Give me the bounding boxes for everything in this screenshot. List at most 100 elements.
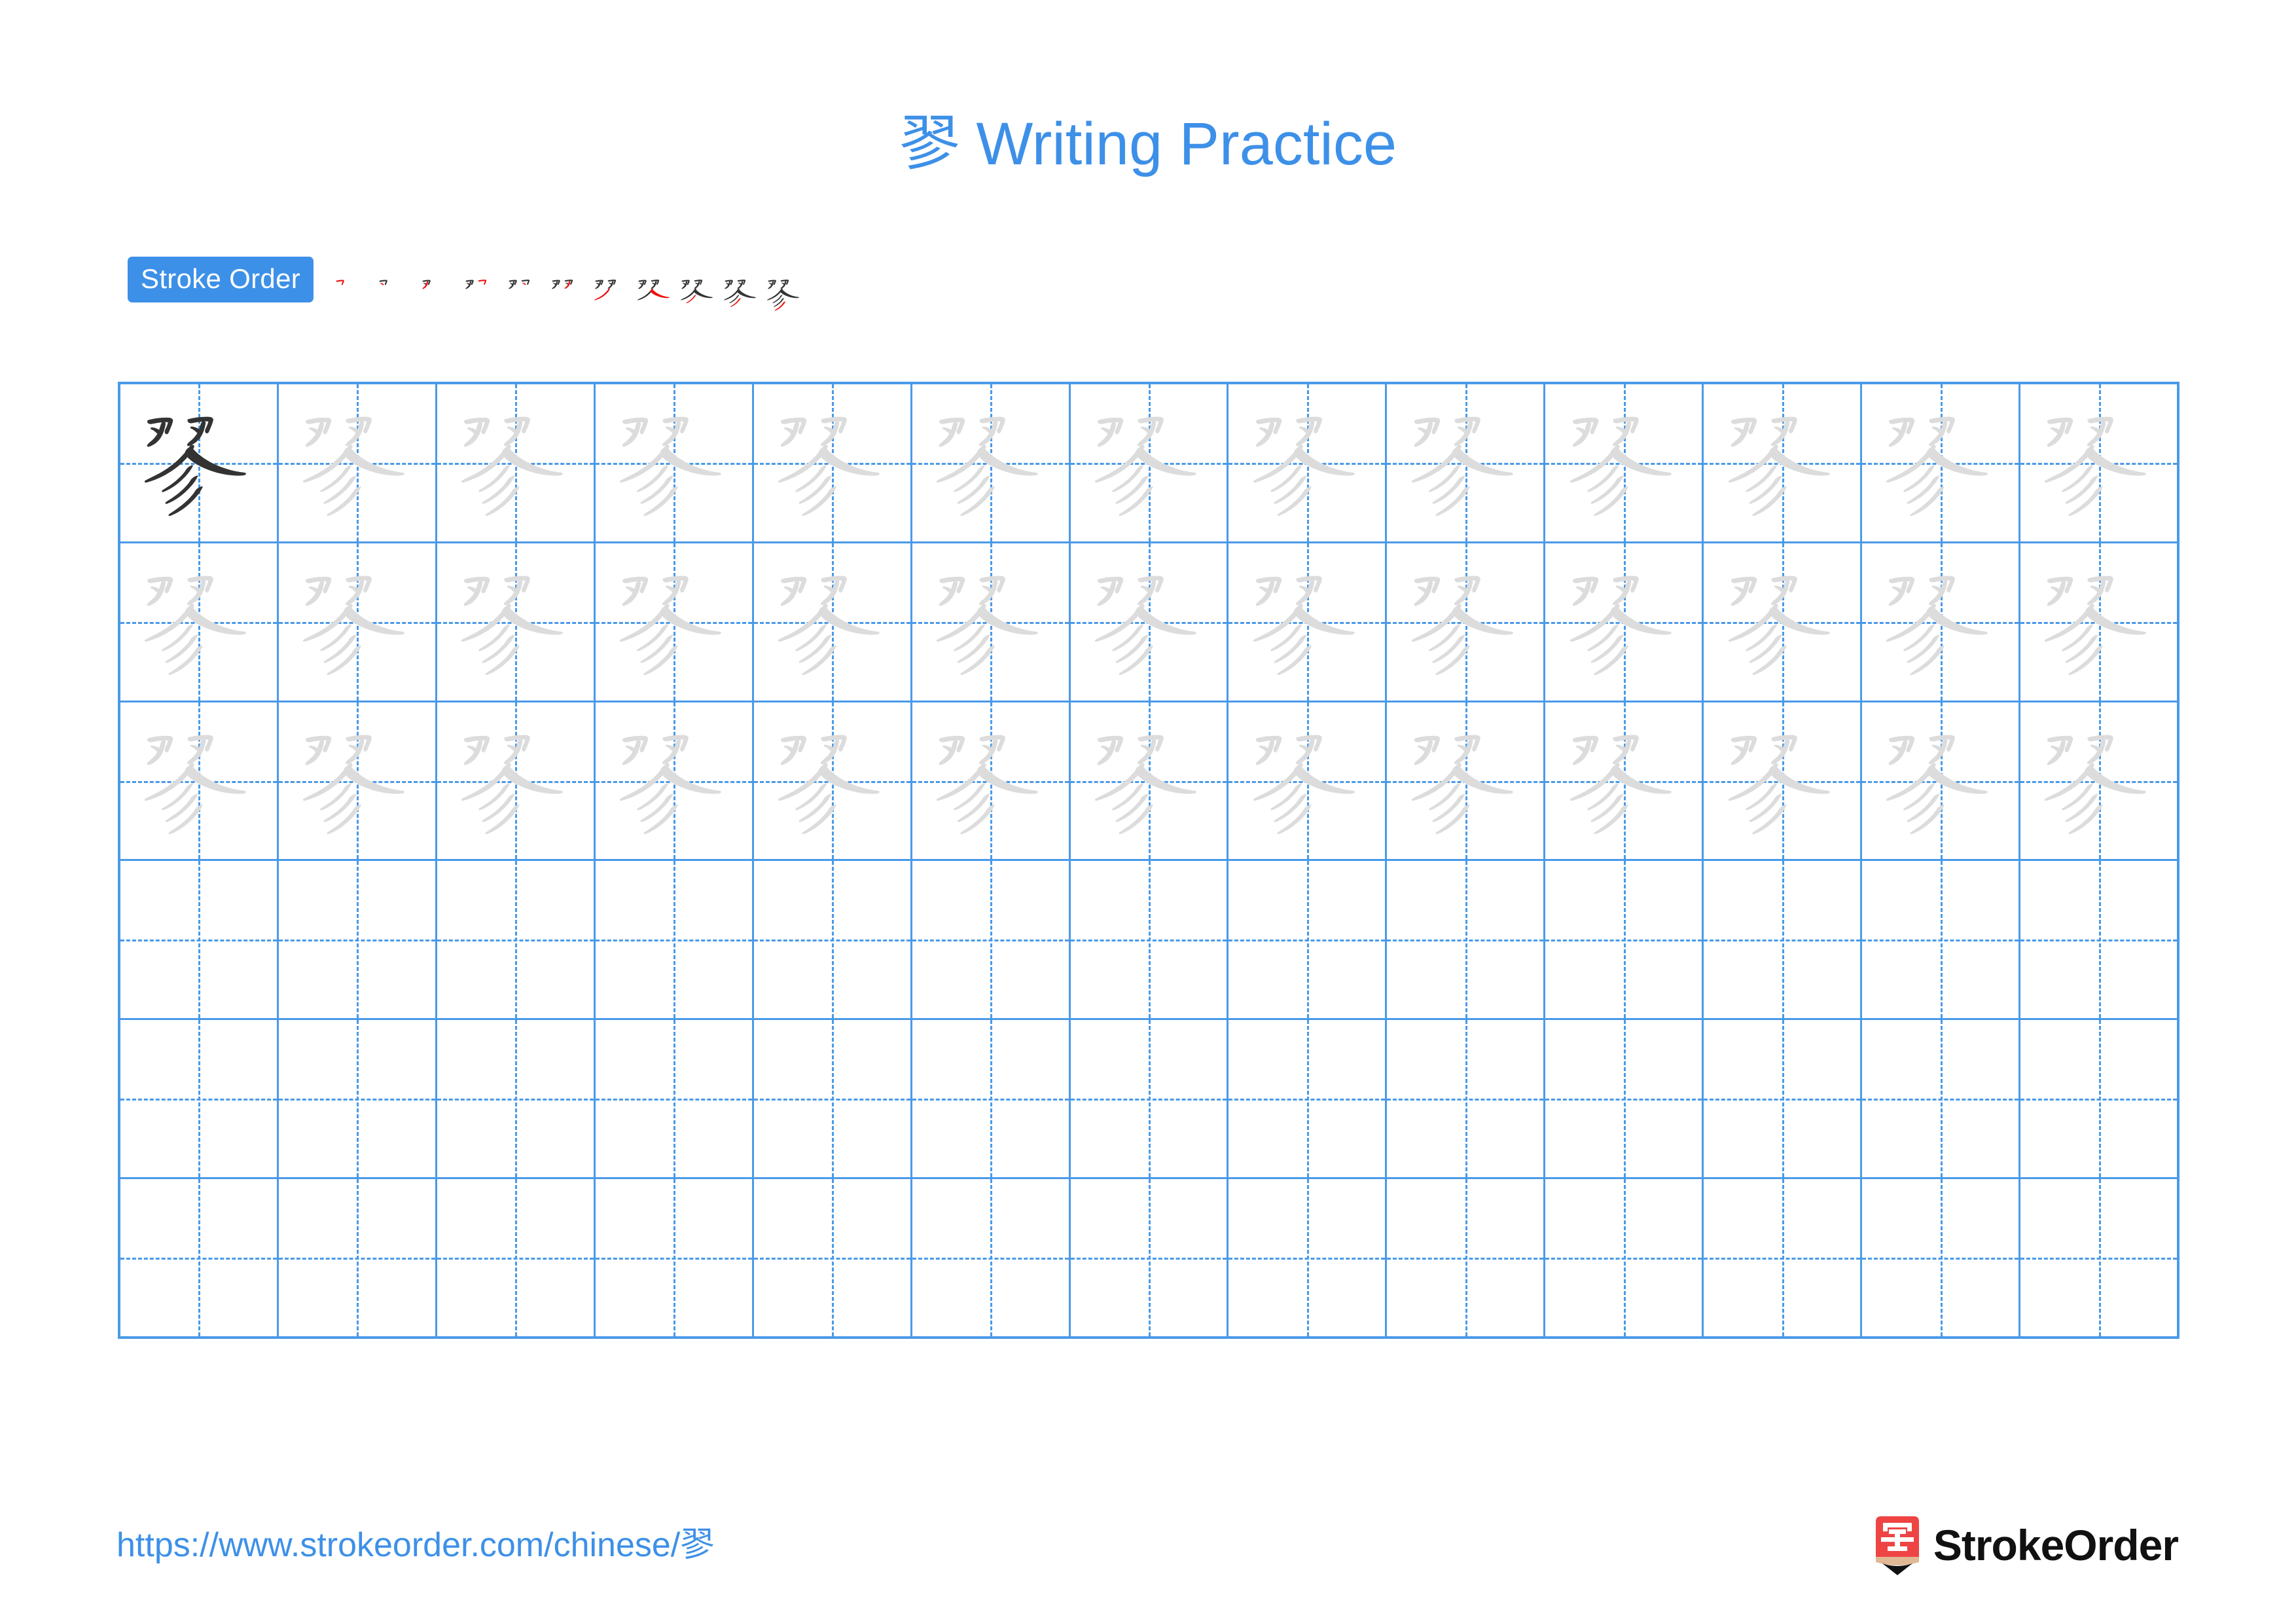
practice-grid-cell[interactable] [1070,1020,1229,1178]
tracing-character [912,384,1069,541]
practice-grid-cell[interactable] [278,702,437,860]
practice-grid-cell[interactable] [120,702,279,860]
practice-grid-cell[interactable] [1070,1179,1229,1336]
practice-grid-cell[interactable] [2020,543,2177,701]
practice-grid-cell[interactable] [1229,702,1388,860]
practice-grid-cell[interactable] [437,384,596,541]
practice-grid-cell[interactable] [595,1020,754,1178]
tracing-character [279,543,435,701]
practice-grid-cell[interactable] [595,543,754,701]
stroke-order-step-4 [460,250,503,316]
practice-grid-cell[interactable] [753,384,912,541]
practice-grid-cell[interactable] [2020,1020,2177,1177]
practice-grid [118,382,2179,1339]
practice-grid-cell[interactable] [753,1179,912,1336]
practice-grid-cell[interactable] [912,384,1071,541]
stroke-order-step-3 [417,250,460,316]
practice-grid-cell[interactable] [912,1020,1071,1178]
practice-grid-cell[interactable] [1862,1020,2021,1178]
practice-grid-cell[interactable] [1862,543,2021,701]
tracing-character [1862,384,2018,541]
practice-grid-cell[interactable] [1229,1179,1388,1336]
practice-grid-cell[interactable] [595,702,754,860]
practice-grid-cell[interactable] [1545,1179,1704,1336]
tracing-character [1071,543,1227,701]
practice-grid-cell[interactable] [1229,384,1388,541]
practice-grid-cell[interactable] [912,861,1071,1019]
practice-grid-cell[interactable] [120,1020,279,1178]
stroke-order-step-list [331,244,806,316]
practice-grid-cell[interactable] [2020,702,2177,860]
practice-grid-cell[interactable] [1387,702,1546,860]
practice-grid-cell[interactable] [1545,702,1704,860]
practice-grid-cell[interactable] [120,384,279,541]
practice-grid-cell[interactable] [1545,1020,1704,1178]
practice-grid-cell[interactable] [120,1179,279,1336]
practice-grid-cell[interactable] [1704,384,1863,541]
practice-grid-cell[interactable] [1704,543,1863,701]
tracing-character [2020,702,2177,860]
tracing-character [1704,384,1860,541]
practice-grid-cell[interactable] [912,543,1071,701]
practice-grid-cell[interactable] [278,861,437,1019]
practice-grid-cell[interactable] [437,861,596,1019]
practice-grid-row [120,702,2177,862]
practice-grid-cell[interactable] [912,1179,1071,1336]
practice-grid-cell[interactable] [1704,702,1863,860]
brand-logo[interactable]: StrokeOrder [1873,1514,2179,1577]
practice-grid-cell[interactable] [278,384,437,541]
stroke-order-step-6 [547,250,590,316]
practice-grid-cell[interactable] [278,543,437,701]
practice-grid-cell[interactable] [753,702,912,860]
practice-grid-cell[interactable] [120,543,279,701]
practice-grid-cell[interactable] [278,1020,437,1178]
practice-grid-cell[interactable] [1704,1020,1863,1178]
practice-grid-cell[interactable] [1862,861,2021,1019]
practice-grid-cell[interactable] [1545,543,1704,701]
practice-grid-cell[interactable] [1387,384,1546,541]
practice-grid-cell[interactable] [437,543,596,701]
practice-grid-cell[interactable] [1229,861,1388,1019]
practice-grid-cell[interactable] [1070,861,1229,1019]
practice-grid-cell[interactable] [753,861,912,1019]
practice-grid-cell[interactable] [753,1020,912,1178]
tracing-character [1862,543,2018,701]
tracing-character [1545,543,1702,701]
practice-grid-cell[interactable] [2020,384,2177,541]
practice-grid-cell[interactable] [595,384,754,541]
practice-grid-cell[interactable] [1070,384,1229,541]
practice-grid-cell[interactable] [1387,861,1546,1019]
practice-grid-cell[interactable] [1229,1020,1388,1178]
practice-grid-cell[interactable] [278,1179,437,1336]
practice-grid-cell[interactable] [1070,543,1229,701]
practice-grid-cell[interactable] [1862,384,2021,541]
practice-grid-cell[interactable] [1862,702,2021,860]
practice-grid-cell[interactable] [1704,861,1863,1019]
practice-grid-cell[interactable] [595,861,754,1019]
practice-grid-cell[interactable] [2020,1179,2177,1336]
practice-grid-cell[interactable] [1545,384,1704,541]
stroke-order-step-1 [331,250,374,316]
practice-grid-cell[interactable] [437,1020,596,1178]
practice-grid-cell[interactable] [1545,861,1704,1019]
practice-grid-cell[interactable] [1387,1020,1546,1178]
practice-grid-cell[interactable] [2020,861,2177,1019]
practice-grid-cell[interactable] [912,702,1071,860]
practice-grid-cell[interactable] [753,543,912,701]
practice-grid-cell[interactable] [120,861,279,1019]
practice-grid-cell[interactable] [595,1179,754,1336]
practice-grid-cell[interactable] [437,1179,596,1336]
practice-grid-cell[interactable] [1704,1179,1863,1336]
tracing-character [120,702,277,860]
practice-grid-cell[interactable] [1229,543,1388,701]
practice-grid-cell[interactable] [1387,1179,1546,1336]
tracing-character [1387,543,1543,701]
practice-grid-cell[interactable] [1070,702,1229,860]
practice-grid-cell[interactable] [1862,1179,2021,1336]
tracing-character [279,384,435,541]
practice-grid-cell[interactable] [437,702,596,860]
tracing-character [1704,702,1860,860]
practice-grid-cell[interactable] [1387,543,1546,701]
tracing-character [2020,384,2177,541]
footer-url[interactable]: https://www.strokeorder.com/chinese/翏 [117,1524,714,1566]
